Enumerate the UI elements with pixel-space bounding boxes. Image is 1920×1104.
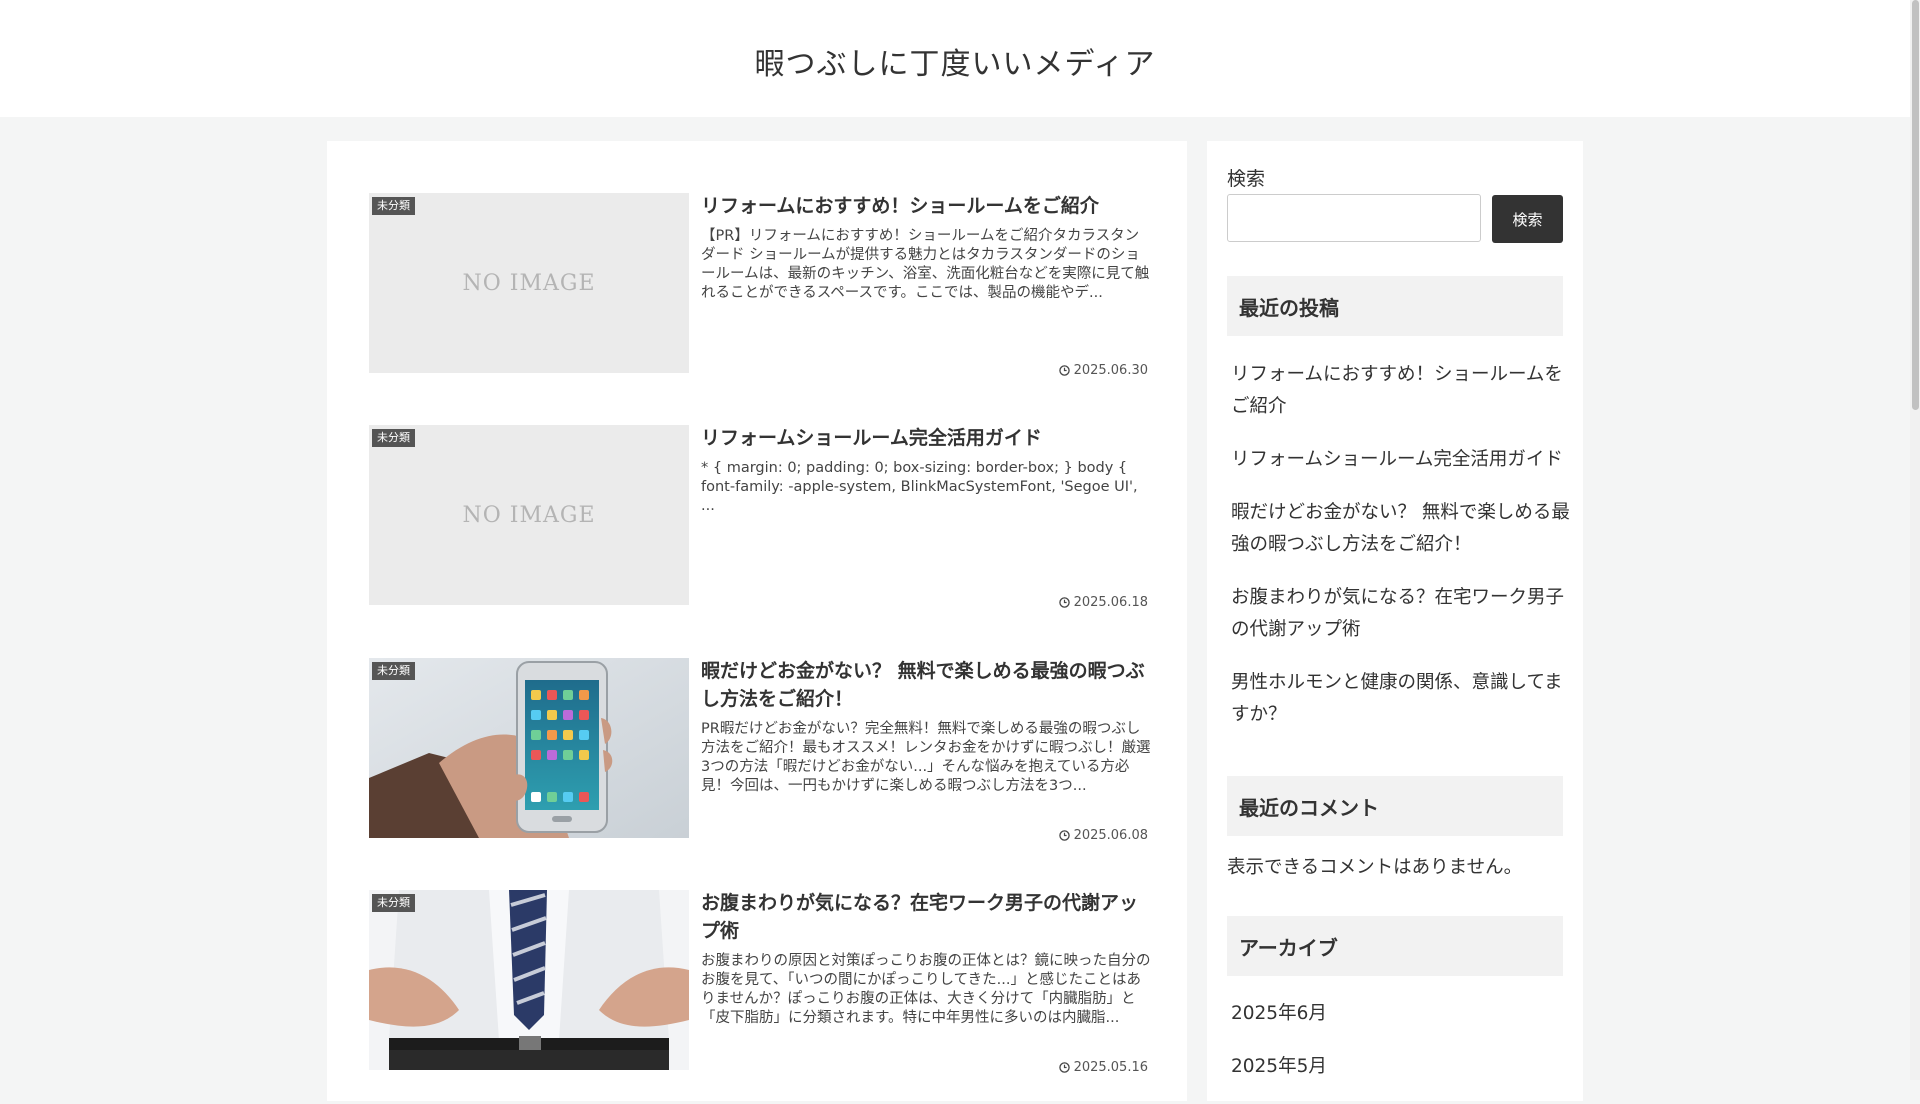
post-card[interactable]: 未分類 お腹まわりが気になる？在宅ワーク男子の代謝アップ術 お腹まわりの原因と対… (369, 889, 1151, 1075)
category-badge: 未分類 (372, 662, 415, 680)
post-title[interactable]: リフォームショールーム完全活用ガイド (701, 424, 1151, 452)
recent-post-link[interactable]: お腹まわりが気になる？在宅ワーク男子の代謝アップ術 (1231, 582, 1571, 646)
page-scrollbar[interactable] (1910, 0, 1920, 1080)
post-snippet: お腹まわりの原因と対策ぽっこりお腹の正体とは？鏡に映った自分のお腹を見て、「いつ… (701, 953, 1151, 1026)
no-image-placeholder: NO IMAGE (462, 502, 596, 528)
belly-photo (369, 890, 689, 1070)
post-thumbnail[interactable]: NO IMAGE 未分類 (369, 425, 689, 605)
post-date: 2025.06.08 (1058, 828, 1148, 843)
post-snippet: * { margin: 0; padding: 0; box-sizing: b… (701, 460, 1138, 514)
category-badge: 未分類 (372, 894, 415, 912)
recent-posts-list: リフォームにおすすめ！ショールームをご紹介 リフォームショールーム完全活用ガイド… (1231, 359, 1571, 752)
clock-icon (1058, 365, 1070, 376)
post-date-text: 2025.06.08 (1073, 828, 1148, 843)
category-badge: 未分類 (372, 197, 415, 215)
archives-heading: アーカイブ (1227, 916, 1563, 976)
recent-post-link[interactable]: 暇だけどお金がない？ 無料で楽しめる最強の暇つぶし方法をご紹介！ (1231, 497, 1571, 561)
post-snippet: 【PR】リフォームにおすすめ！ショールームをご紹介タカラスタンダード ショールー… (701, 228, 1150, 301)
clock-icon (1058, 1062, 1070, 1073)
post-date-text: 2025.06.30 (1073, 363, 1148, 378)
search-button[interactable]: 検索 (1492, 195, 1563, 243)
no-comments-text: 表示できるコメントはありません。 (1227, 857, 1523, 878)
search-label: 検索 (1227, 168, 1266, 190)
search-input[interactable] (1227, 194, 1481, 242)
post-title[interactable]: 暇だけどお金がない？ 無料で楽しめる最強の暇つぶし方法をご紹介！ (701, 657, 1151, 713)
clock-icon (1058, 830, 1070, 841)
recent-post-link[interactable]: 男性ホルモンと健康の関係、意識してますか？ (1231, 667, 1571, 731)
post-title[interactable]: リフォームにおすすめ！ショールームをご紹介 (701, 192, 1151, 220)
post-date-text: 2025.05.16 (1073, 1060, 1148, 1075)
archives-list: 2025年6月 2025年5月 (1231, 998, 1327, 1104)
post-list: NO IMAGE 未分類 リフォームにおすすめ！ショールームをご紹介 【PR】リ… (327, 141, 1187, 1101)
post-date: 2025.06.18 (1058, 595, 1148, 610)
post-card[interactable]: NO IMAGE 未分類 リフォームショールーム完全活用ガイド * { marg… (369, 424, 1151, 610)
sidebar: 検索 検索 最近の投稿 リフォームにおすすめ！ショールームをご紹介 リフォームシ… (1207, 141, 1583, 1101)
post-thumbnail[interactable]: 未分類 (369, 658, 689, 838)
recent-posts-heading: 最近の投稿 (1227, 276, 1563, 336)
clock-icon (1058, 597, 1070, 608)
post-thumbnail[interactable]: NO IMAGE 未分類 (369, 193, 689, 373)
site-header: 暇つぶしに丁度いいメディア (0, 0, 1910, 117)
category-badge: 未分類 (372, 429, 415, 447)
post-thumbnail[interactable]: 未分類 (369, 890, 689, 1070)
recent-comments-heading: 最近のコメント (1227, 776, 1563, 836)
recent-post-link[interactable]: リフォームショールーム完全活用ガイド (1231, 444, 1571, 476)
scrollbar-thumb[interactable] (1912, 0, 1919, 410)
archive-link[interactable]: 2025年5月 (1231, 1051, 1327, 1083)
post-card[interactable]: 未分類 暇だけどお金がない？ 無料で楽しめる最強の暇つぶし方法をご紹介！ PR暇… (369, 657, 1151, 843)
site-title[interactable]: 暇つぶしに丁度いいメディア (755, 39, 1156, 83)
post-title[interactable]: お腹まわりが気になる？在宅ワーク男子の代謝アップ術 (701, 889, 1151, 945)
post-date-text: 2025.06.18 (1073, 595, 1148, 610)
post-card[interactable]: NO IMAGE 未分類 リフォームにおすすめ！ショールームをご紹介 【PR】リ… (369, 192, 1151, 378)
archive-link[interactable]: 2025年6月 (1231, 998, 1327, 1030)
smartphone-photo (369, 658, 689, 838)
post-date: 2025.06.30 (1058, 363, 1148, 378)
no-image-placeholder: NO IMAGE (462, 270, 596, 296)
post-date: 2025.05.16 (1058, 1060, 1148, 1075)
recent-post-link[interactable]: リフォームにおすすめ！ショールームをご紹介 (1231, 359, 1571, 423)
post-snippet: PR暇だけどお金がない？完全無料！無料で楽しめる最強の暇つぶし方法をご紹介！最も… (701, 721, 1151, 794)
